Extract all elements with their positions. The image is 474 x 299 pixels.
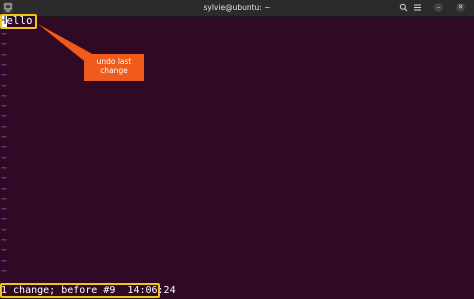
annotation-callout: undo last change — [84, 54, 144, 81]
tilde-marker: ~ — [1, 214, 8, 226]
terminal-window: sylvie@ubuntu: ~ – ✕ Hello ~ ~ ~ ~ ~ ~ ~ ~ ~ ~ ~ ~ ~… — [0, 0, 474, 299]
tilde-marker: ~ — [1, 183, 8, 195]
tilde-marker: ~ — [1, 111, 8, 123]
tilde-marker: ~ — [1, 245, 8, 257]
callout-pointer — [38, 24, 96, 64]
tilde-marker: ~ — [1, 142, 8, 154]
minimize-button[interactable]: – — [434, 3, 443, 12]
tilde-marker: ~ — [1, 173, 8, 185]
close-icon: ✕ — [457, 3, 464, 11]
tilde-marker: ~ — [1, 39, 8, 51]
highlight-box-status — [0, 283, 160, 298]
title-bar: sylvie@ubuntu: ~ – ✕ — [0, 0, 474, 17]
close-button[interactable]: ✕ — [456, 3, 465, 12]
minimize-icon: – — [436, 3, 441, 11]
tilde-marker: ~ — [1, 70, 8, 82]
search-icon[interactable] — [399, 3, 408, 12]
highlight-box-line — [0, 14, 37, 29]
hamburger-icon[interactable] — [413, 3, 422, 12]
tilde-marker: ~ — [1, 80, 8, 92]
tilde-marker: ~ — [1, 265, 8, 277]
